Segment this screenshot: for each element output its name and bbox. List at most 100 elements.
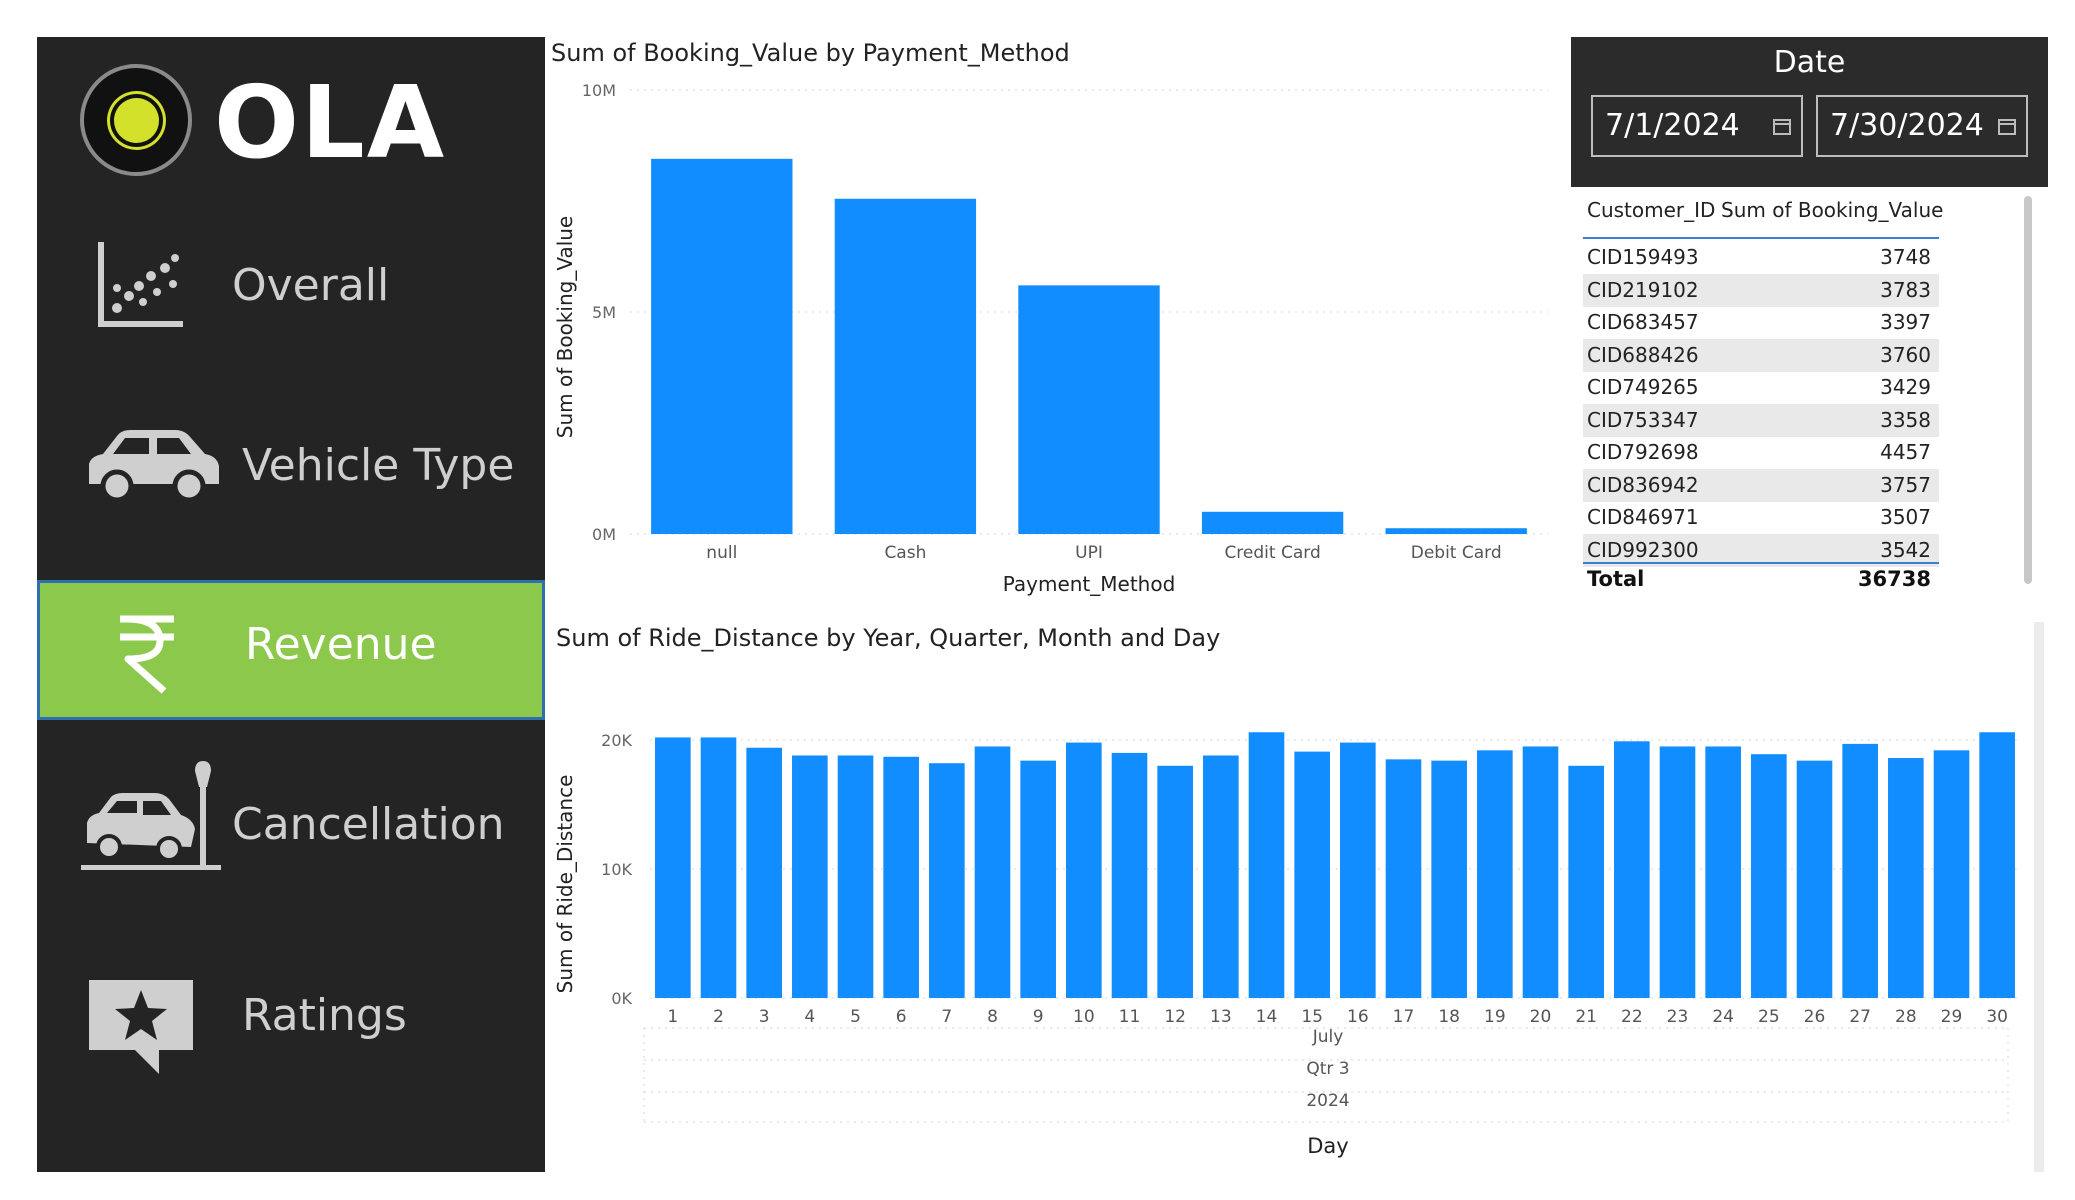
- x-tick-label: null: [706, 543, 737, 563]
- x-tick-label: 12: [1164, 1007, 1186, 1027]
- nav-label-cancellation: Cancellation: [232, 799, 505, 850]
- x-tick-label: 3: [759, 1007, 770, 1027]
- calendar-icon[interactable]: [1773, 119, 1791, 135]
- bar: [929, 763, 965, 998]
- table-row[interactable]: CID688426 3760: [1583, 338, 1939, 372]
- x-tick-label: 24: [1712, 1007, 1734, 1027]
- bar: [792, 755, 828, 998]
- header-divider: [1583, 237, 1939, 239]
- booking-value-chart-panel[interactable]: Sum of Booking_Value by Payment_Method 0…: [548, 37, 1555, 602]
- customer-id-cell: CID753347: [1587, 407, 1699, 432]
- x-tick-label: 14: [1256, 1007, 1278, 1027]
- x-tick-label: 9: [1033, 1007, 1044, 1027]
- date-slicer-title: Date: [1773, 45, 1846, 80]
- customer-booking-table[interactable]: Customer_ID Sum of Booking_Value CID1594…: [1571, 190, 2048, 602]
- bar: [700, 737, 737, 998]
- bar: [1751, 754, 1787, 998]
- customer-id-cell: CID688426: [1587, 342, 1699, 367]
- nav-label-ratings: Ratings: [242, 990, 407, 1041]
- x-tick-label: 2: [713, 1007, 724, 1027]
- nav-item-cancellation[interactable]: Cancellation: [37, 757, 545, 897]
- x-tick-label: 7: [941, 1007, 952, 1027]
- bar: [837, 755, 874, 998]
- bar: [1933, 750, 1970, 998]
- column-header-customer-id[interactable]: Customer_ID: [1587, 198, 1715, 222]
- brand-logo-text: OLA: [214, 64, 447, 181]
- star-message-icon: [89, 980, 193, 1074]
- x-axis-label: Day: [1307, 1134, 1348, 1158]
- y-tick-label: 20K: [601, 731, 632, 750]
- nav-item-revenue[interactable]: Revenue: [37, 580, 545, 720]
- hierarchy-label: July: [1312, 1027, 1344, 1047]
- bar: [1614, 741, 1650, 998]
- nav-label-overall: Overall: [232, 260, 390, 311]
- table-row[interactable]: CID749265 3429: [1583, 371, 1939, 404]
- bar: [1020, 760, 1056, 998]
- column-header-booking-value[interactable]: Sum of Booking_Value: [1721, 198, 1943, 222]
- customer-id-cell: CID749265: [1587, 375, 1699, 399]
- bar: [1066, 742, 1102, 998]
- end-date-value: 7/30/2024: [1830, 108, 1984, 143]
- table-row[interactable]: CID846971 3507: [1583, 501, 1939, 534]
- x-tick-label: 5: [850, 1007, 861, 1027]
- x-tick-label: 19: [1484, 1007, 1506, 1027]
- bar: [746, 747, 782, 998]
- x-tick-label: 4: [804, 1007, 815, 1027]
- x-tick-label: 27: [1849, 1007, 1871, 1027]
- table-row[interactable]: CID836942 3757: [1583, 468, 1939, 502]
- booking-value-cell: 3397: [1880, 310, 1931, 334]
- x-tick-label: 21: [1575, 1007, 1597, 1027]
- bar: [655, 737, 691, 998]
- x-tick-label: 20: [1530, 1007, 1552, 1027]
- customer-id-cell: CID219102: [1587, 277, 1699, 302]
- x-tick-label: 11: [1119, 1007, 1141, 1027]
- nav-item-vehicle-type[interactable]: Vehicle Type: [37, 400, 545, 540]
- customer-id-cell: CID836942: [1587, 472, 1699, 497]
- bar: [1340, 742, 1376, 998]
- nav-item-ratings[interactable]: Ratings: [37, 950, 545, 1090]
- table-row[interactable]: CID683457 3397: [1583, 306, 1939, 339]
- x-tick-label: 26: [1804, 1007, 1826, 1027]
- table-scrollbar[interactable]: [2024, 196, 2032, 584]
- end-date-input[interactable]: 7/30/2024: [1816, 95, 2028, 157]
- bar: [1477, 750, 1513, 998]
- x-tick-label: 29: [1941, 1007, 1963, 1027]
- table-row[interactable]: CID753347 3358: [1583, 403, 1939, 437]
- bar: [1431, 760, 1467, 998]
- bar: [1385, 528, 1527, 534]
- hierarchy-label: Qtr 3: [1306, 1059, 1349, 1079]
- ride-distance-chart-panel[interactable]: Sum of Ride_Distance by Year, Quarter, M…: [548, 622, 2034, 1172]
- start-date-value: 7/1/2024: [1605, 108, 1740, 143]
- bar: [1842, 743, 1878, 998]
- nav-item-overall[interactable]: Overall: [37, 220, 545, 360]
- table-row[interactable]: CID219102 3783: [1583, 273, 1939, 307]
- bar: [974, 746, 1011, 998]
- table-row[interactable]: CID159493 3748: [1583, 241, 1939, 274]
- car-icon: [89, 430, 219, 503]
- booking-value-cell: 3358: [1880, 407, 1931, 432]
- booking-value-bar-chart: 0M 5M 10M null Cash UPI Credit Card Debit Card P…: [553, 81, 1548, 596]
- x-tick-label: UPI: [1075, 543, 1103, 563]
- calendar-icon[interactable]: [1998, 119, 2016, 135]
- y-tick-label: 10K: [601, 860, 632, 879]
- table-row[interactable]: CID792698 4457: [1583, 436, 1939, 469]
- booking-value-cell: 3783: [1880, 277, 1931, 302]
- booking-value-cell: 3757: [1880, 472, 1931, 497]
- bar: [1157, 765, 1193, 998]
- bar: [1659, 746, 1696, 998]
- bar: [1203, 755, 1239, 998]
- bar: [1522, 746, 1559, 998]
- ola-logo-icon: [80, 64, 192, 176]
- booking-value-cell: 3760: [1880, 342, 1931, 367]
- bar: [1294, 751, 1330, 998]
- start-date-input[interactable]: 7/1/2024: [1591, 95, 1803, 157]
- total-value: 36738: [1857, 567, 1931, 591]
- y-tick-label: 0K: [611, 989, 632, 1008]
- x-tick-label: 13: [1210, 1007, 1232, 1027]
- y-tick-label: 10M: [582, 81, 616, 100]
- y-tick-label: 0M: [592, 525, 616, 544]
- bar: [883, 756, 919, 998]
- bar: [1888, 758, 1924, 998]
- ride-distance-bar-chart: 0K10K20K1 2 3 4 5 6 7 8 9 10 11 12 13 14 15 16 17 18 19 20 2…: [553, 731, 2020, 1158]
- bar: [1568, 765, 1604, 998]
